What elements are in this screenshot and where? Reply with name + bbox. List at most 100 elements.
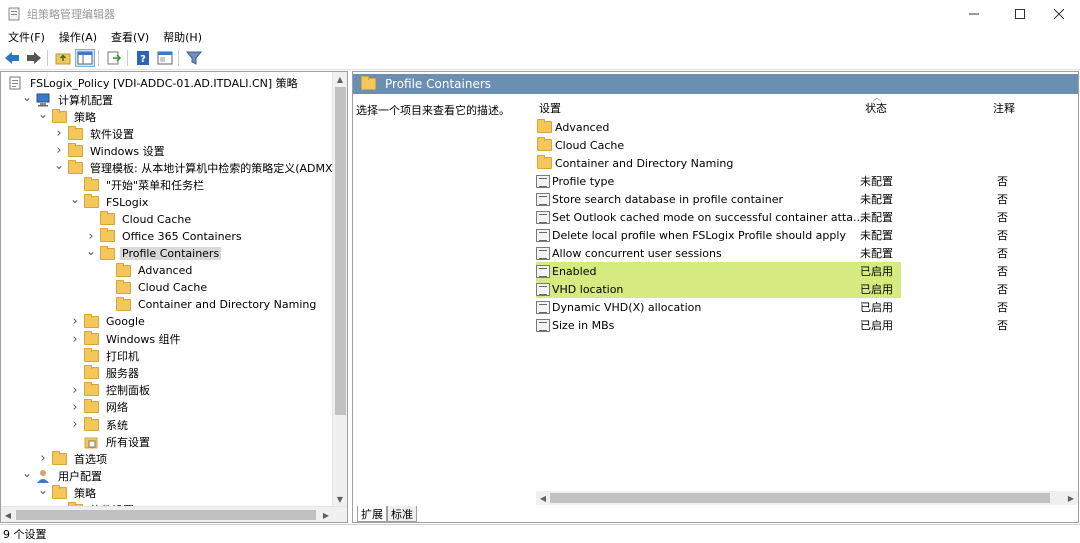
minimize-button[interactable] [951,0,997,27]
menu-view[interactable]: 查看(V) [103,29,155,45]
list-horizontal-scroll-thumb[interactable] [550,493,1050,503]
chevron-down-icon[interactable]: ⌄ [69,192,81,206]
help-button[interactable]: ? [133,49,153,67]
chevron-down-icon[interactable]: ⌄ [21,90,33,104]
chevron-right-icon[interactable]: › [85,229,97,244]
policy-setting-icon [536,300,550,314]
tree-horizontal-scroll-thumb[interactable] [16,510,316,520]
list-setting-row[interactable]: Enabled 已启用 否 [536,262,1008,280]
tree-item[interactable]: ⌄ 策略 [37,483,98,501]
tree-item[interactable]: ⌄ FSLogix [69,192,150,211]
tree-item[interactable]: ⌄ 计算机配置 [21,90,115,108]
tree-item[interactable]: ⌄ Profile Containers [85,244,222,262]
list-setting-row[interactable]: Store search database in profile contain… [536,190,1076,208]
tree-item[interactable]: › 首选项 [37,450,109,467]
tab-extended[interactable]: 扩展 [357,506,387,522]
svg-text:?: ? [140,54,146,65]
tree-item[interactable]: › Office 365 Containers [85,228,244,245]
list-setting-row[interactable]: Profile type 未配置 否 [536,172,1076,190]
tree-item[interactable]: Cloud Cache [85,211,193,228]
tree-item[interactable]: ⌄ 策略 [37,107,98,125]
scroll-left-icon[interactable]: ◀ [1,508,15,522]
menu-action[interactable]: 操作(A) [51,29,103,45]
list-setting-row[interactable]: Delete local profile when FSLogix Profil… [536,226,1076,244]
tree-item[interactable]: FSLogix_Policy [VDI-ADDC-01.AD.ITDALI.CN… [5,74,300,91]
toolbar-separator [127,50,128,66]
list-setting-row[interactable]: Allow concurrent user sessions 未配置 否 [536,244,1076,262]
show-hide-tree-button[interactable] [75,49,95,67]
chevron-right-icon[interactable]: › [37,451,49,466]
tree-item[interactable]: 服务器 [69,365,141,382]
back-button[interactable] [2,49,22,67]
tree-item[interactable]: › 系统 [69,416,130,433]
list-horizontal-scrollbar[interactable]: ◀ ▶ [536,491,1078,505]
tree-item[interactable]: › 软件设置 [53,125,136,142]
list-folder-row[interactable]: Container and Directory Naming [536,154,1076,172]
scroll-down-icon[interactable]: ▼ [333,492,347,506]
tree-vertical-scroll-thumb[interactable] [335,87,346,415]
list-setting-row[interactable]: Dynamic VHD(X) allocation 已启用 否 [536,298,1076,316]
scroll-right-icon[interactable]: ▶ [1064,491,1078,505]
export-list-button[interactable] [104,49,124,67]
chevron-right-icon[interactable]: › [69,400,81,415]
list-folder-row[interactable]: Cloud Cache [536,136,1076,154]
chevron-down-icon[interactable]: ⌄ [85,244,97,258]
chevron-down-icon[interactable]: ⌄ [21,466,33,480]
tree-item[interactable]: 所有设置 [69,433,152,450]
chevron-down-icon[interactable]: ⌄ [37,107,49,121]
chevron-down-icon[interactable]: ⌄ [53,158,65,172]
tree-item[interactable]: "开始"菜单和任务栏 [69,177,206,194]
tree-item-label: 打印机 [106,350,139,364]
tree-item[interactable]: ⌄ 用户配置 [21,466,104,484]
setting-name: Advanced [555,120,610,134]
setting-state: 已启用 [860,265,893,278]
scroll-left-icon[interactable]: ◀ [536,491,550,505]
tree-item[interactable]: › 网络 [69,399,130,416]
scroll-right-icon[interactable]: ▶ [319,508,333,522]
toolbar-separator [98,50,99,66]
column-header-setting[interactable]: 设置 [539,100,561,116]
column-header-comment[interactable]: 注释 [993,100,1015,116]
chevron-right-icon[interactable]: › [69,417,81,432]
setting-state: 已启用 [860,301,893,314]
chevron-right-icon[interactable]: › [53,126,65,141]
tree-item[interactable]: Container and Directory Naming [101,296,318,313]
forward-button[interactable] [24,49,44,67]
folder-icon [84,348,99,363]
chevron-down-icon[interactable]: ⌄ [37,483,49,497]
tree-item-label: Google [106,315,145,329]
tree-item[interactable]: 打印机 [69,348,141,365]
tree-item[interactable]: › Windows 组件 [69,331,183,348]
chevron-right-icon[interactable]: › [69,332,81,347]
up-folder-button[interactable] [53,49,73,67]
tree-horizontal-scrollbar[interactable]: ◀ ▶ [1,506,347,522]
scroll-up-icon[interactable]: ▲ [333,72,347,86]
tree-vertical-scrollbar[interactable]: ▲ ▼ [332,72,347,506]
status-bar: 9 个设置 [0,524,1080,543]
tree-item[interactable]: › Windows 设置 [53,142,167,159]
column-header-state[interactable]: ︿ 状态 [865,93,887,116]
tree-item[interactable]: › Google [69,313,147,330]
menu-file[interactable]: 文件(F) [0,29,51,45]
tree-item[interactable]: Cloud Cache [101,279,209,296]
setting-state: 未配置 [860,229,893,242]
filter-button[interactable] [184,49,204,67]
tree-item[interactable]: ⌄ 管理模板: 从本地计算机中检索的策略定义(ADMX 文件)。 [53,158,347,177]
list-folder-row[interactable]: Advanced [536,118,1076,136]
tree-item[interactable]: Advanced [101,262,194,279]
tab-standard[interactable]: 标准 [387,506,417,522]
folder-icon [84,416,99,431]
list-setting-row[interactable]: VHD location 已启用 否 [536,280,1008,298]
tree-item-label: Profile Containers [120,247,222,260]
chevron-right-icon[interactable]: › [53,143,65,158]
chevron-right-icon[interactable]: › [69,383,81,398]
properties-button[interactable] [155,49,175,67]
close-button[interactable] [1036,0,1080,27]
list-setting-row[interactable]: Size in MBs 已启用 否 [536,316,1076,334]
chevron-right-icon[interactable]: › [69,314,81,329]
console-tree-pane[interactable]: FSLogix_Policy [VDI-ADDC-01.AD.ITDALI.CN… [0,71,348,523]
menu-help[interactable]: 帮助(H) [155,29,208,45]
list-setting-row[interactable]: Set Outlook cached mode on successful co… [536,208,1076,226]
tree-item[interactable]: › 控制面板 [69,382,152,399]
